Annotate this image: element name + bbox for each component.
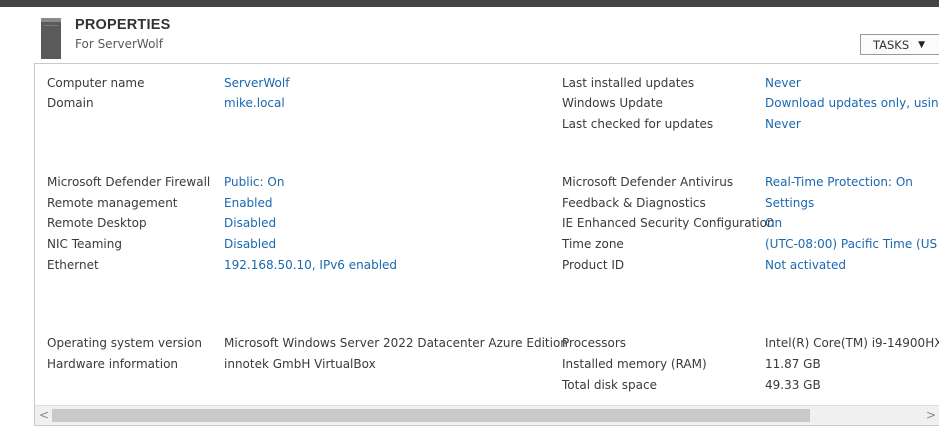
- remote-desktop-label: Remote Desktop: [47, 216, 147, 230]
- properties-header: PROPERTIES For ServerWolf TASKS ▼: [0, 7, 939, 60]
- scroll-right-icon[interactable]: >: [924, 408, 938, 423]
- installed-memory-value: 11.87 GB: [765, 357, 821, 371]
- time-zone-label: Time zone: [562, 237, 624, 251]
- remote-management-link[interactable]: Enabled: [224, 196, 273, 211]
- server-icon: [41, 18, 61, 59]
- time-zone-link[interactable]: (UTC-08:00) Pacific Time (US & C: [765, 237, 939, 252]
- chevron-down-icon: ▼: [918, 39, 926, 50]
- page-subtitle: For ServerWolf: [75, 37, 163, 51]
- feedback-label: Feedback & Diagnostics: [562, 196, 706, 210]
- domain-link[interactable]: mike.local: [224, 96, 285, 111]
- firewall-label: Microsoft Defender Firewall: [47, 175, 211, 189]
- total-disk-space-label: Total disk space: [562, 378, 658, 392]
- installed-memory-label: Installed memory (RAM): [562, 357, 707, 371]
- nic-teaming-link[interactable]: Disabled: [224, 237, 276, 252]
- last-checked-label: Last checked for updates: [562, 117, 714, 131]
- remote-desktop-link[interactable]: Disabled: [224, 216, 276, 231]
- defender-antivirus-link[interactable]: Real-Time Protection: On: [765, 175, 913, 190]
- product-id-label: Product ID: [562, 258, 625, 272]
- last-installed-updates-label: Last installed updates: [562, 76, 695, 90]
- hardware-info-label: Hardware information: [47, 357, 179, 371]
- windows-update-link[interactable]: Download updates only, using V: [765, 96, 939, 111]
- properties-panel: Computer name ServerWolf Domain mike.loc…: [34, 63, 939, 426]
- total-disk-space-value: 49.33 GB: [765, 378, 821, 392]
- remote-management-label: Remote management: [47, 196, 178, 210]
- last-installed-updates-link[interactable]: Never: [765, 76, 801, 91]
- feedback-link[interactable]: Settings: [765, 196, 814, 211]
- os-version-label: Operating system version: [47, 336, 202, 350]
- processors-value: Intel(R) Core(TM) i9-14900HX: [765, 336, 939, 350]
- processors-label: Processors: [562, 336, 627, 350]
- tasks-button[interactable]: TASKS ▼: [860, 34, 939, 55]
- horizontal-scrollbar[interactable]: < >: [35, 405, 939, 425]
- scrollbar-thumb[interactable]: [52, 409, 810, 422]
- defender-antivirus-label: Microsoft Defender Antivirus: [562, 175, 734, 189]
- computer-name-label: Computer name: [47, 76, 145, 90]
- last-checked-link[interactable]: Never: [765, 117, 801, 132]
- page-title: PROPERTIES: [75, 17, 171, 33]
- firewall-link[interactable]: Public: On: [224, 175, 284, 190]
- ethernet-label: Ethernet: [47, 258, 99, 272]
- windows-update-label: Windows Update: [562, 96, 663, 110]
- hardware-info-value: innotek GmbH VirtualBox: [224, 357, 376, 371]
- product-id-link[interactable]: Not activated: [765, 258, 846, 273]
- os-version-value: Microsoft Windows Server 2022 Datacenter…: [224, 336, 568, 350]
- scroll-left-icon[interactable]: <: [37, 408, 51, 423]
- ethernet-link[interactable]: 192.168.50.10, IPv6 enabled: [224, 258, 397, 273]
- top-rule: [0, 0, 939, 7]
- ie-esc-link[interactable]: On: [765, 216, 782, 231]
- domain-label: Domain: [47, 96, 94, 110]
- nic-teaming-label: NIC Teaming: [47, 237, 122, 251]
- ie-esc-label: IE Enhanced Security Configuration: [562, 216, 775, 230]
- tasks-label: TASKS: [873, 37, 910, 52]
- computer-name-link[interactable]: ServerWolf: [224, 76, 289, 91]
